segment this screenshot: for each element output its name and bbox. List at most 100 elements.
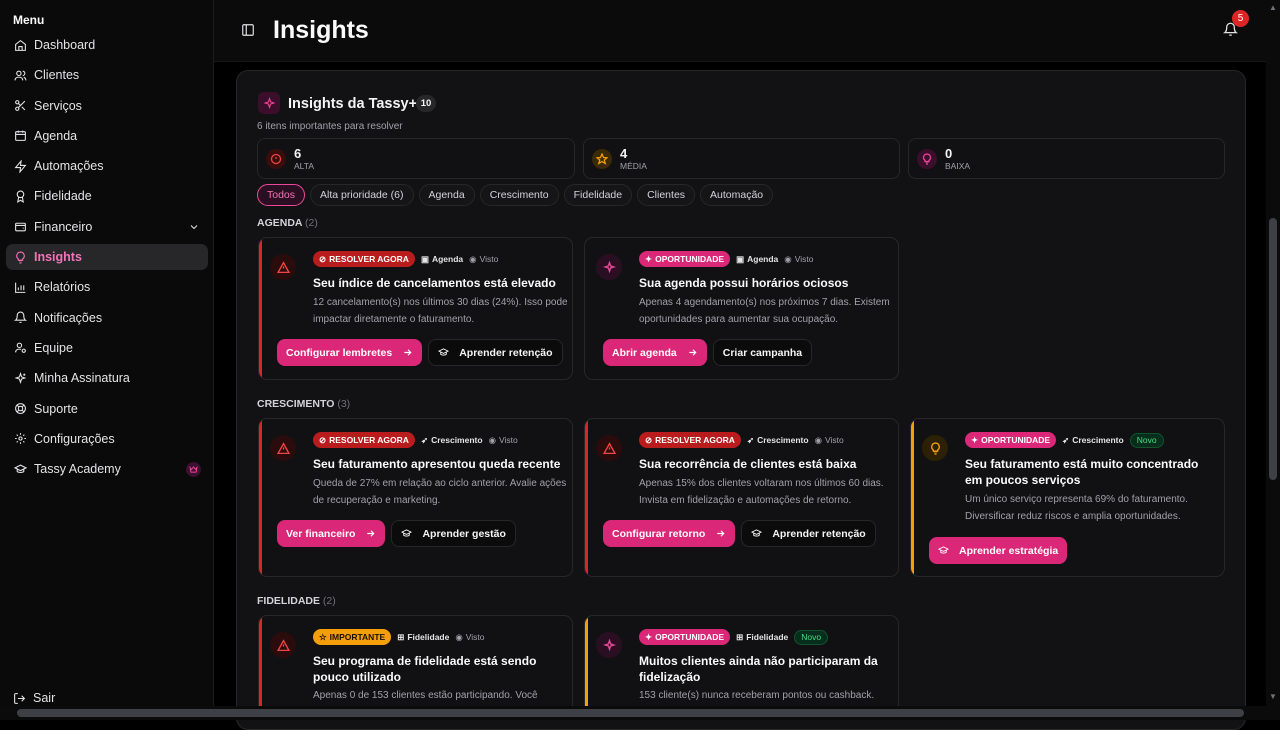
priority-bar bbox=[585, 616, 588, 714]
horizontal-scrollbar[interactable] bbox=[0, 706, 1266, 720]
category-tag: ➶ Crescimento bbox=[1062, 435, 1124, 446]
sidebar-item-insights[interactable]: Insights bbox=[6, 244, 208, 271]
card-title: Seu índice de cancelamentos está elevado bbox=[313, 276, 556, 290]
alert-triangle-icon bbox=[270, 254, 296, 280]
badge-label: RESOLVER AGORA bbox=[329, 254, 409, 264]
arrow-right-icon bbox=[367, 530, 375, 537]
sidebar-item-label: Fidelidade bbox=[34, 189, 92, 204]
button-label: Abrir agenda bbox=[612, 346, 677, 359]
stat-media[interactable]: 4 MÉDIA bbox=[583, 138, 900, 179]
sparkles-icon bbox=[258, 92, 280, 114]
sparkles-icon: ✦ bbox=[645, 253, 653, 264]
sidebar-item-financeiro[interactable]: Financeiro bbox=[6, 214, 208, 240]
insight-card: ✦ OPORTUNIDADE ▣ Agenda ◉ Visto Sua agenda … bbox=[584, 237, 899, 380]
filter-alta-prioridade[interactable]: Alta prioridade (6) bbox=[310, 184, 414, 206]
priority-bar bbox=[585, 419, 588, 576]
page-title: Insights bbox=[273, 16, 369, 44]
graduation-cap-icon bbox=[938, 546, 949, 554]
horizontal-scroll-thumb[interactable] bbox=[17, 709, 1244, 717]
stat-alta[interactable]: 6 ALTA bbox=[257, 138, 575, 179]
tag-label: Agenda bbox=[431, 254, 464, 264]
vertical-scrollbar[interactable]: ▲ ▼ bbox=[1266, 0, 1280, 720]
sidebar-item-fidelidade[interactable]: Fidelidade bbox=[6, 183, 208, 209]
card-title: Seu faturamento está muito concentrado e… bbox=[965, 457, 1199, 487]
ver-financeiro-button[interactable]: Ver financeiro bbox=[277, 520, 386, 547]
gear-icon bbox=[13, 432, 27, 446]
filter-fidelidade[interactable]: Fidelidade bbox=[563, 184, 633, 206]
crown-icon bbox=[186, 461, 201, 477]
sidebar-item-configuracoes[interactable]: Configurações bbox=[6, 426, 208, 452]
arrow-right-icon bbox=[404, 349, 412, 356]
scroll-up-arrow-icon[interactable]: ▲ bbox=[1269, 3, 1277, 12]
card-title: Muitos clientes ainda não participaram d… bbox=[639, 654, 878, 684]
aprender-retencao-button[interactable]: Aprender retenção bbox=[741, 520, 876, 547]
priority-badge: ✦ OPORTUNIDADE bbox=[965, 432, 1057, 448]
tag-label: Crescimento bbox=[1072, 435, 1124, 445]
seen-status: ◉ Visto bbox=[784, 254, 813, 265]
sidebar-item-clientes[interactable]: Clientes bbox=[6, 62, 208, 88]
criar-campanha-button[interactable]: Criar campanha bbox=[712, 339, 813, 366]
stat-baixa[interactable]: 0 BAIXA bbox=[908, 138, 1225, 179]
sidebar-toggle-icon[interactable] bbox=[241, 23, 255, 37]
arrow-right-icon bbox=[717, 530, 725, 537]
graduation-cap-icon bbox=[13, 462, 27, 476]
filter-automacao[interactable]: Automação bbox=[700, 184, 774, 206]
badge-label: OPORTUNIDADE bbox=[981, 435, 1051, 445]
sidebar-item-automacoes[interactable]: Automações bbox=[6, 153, 208, 179]
abrir-agenda-button[interactable]: Abrir agenda bbox=[603, 339, 707, 366]
filter-todos[interactable]: Todos bbox=[257, 184, 306, 206]
card-title: Sua recorrência de clientes está baixa bbox=[639, 457, 857, 471]
logout-button[interactable]: Sair bbox=[13, 691, 55, 705]
card-description: Queda de 27% em relação ao ciclo anterio… bbox=[313, 478, 567, 506]
button-label: Criar campanha bbox=[722, 346, 803, 359]
button-label: Aprender estratégia bbox=[959, 544, 1059, 557]
aprender-estrategia-button[interactable]: Aprender estratégia bbox=[929, 537, 1068, 564]
sidebar-item-label: Clientes bbox=[34, 68, 80, 83]
sidebar-item-label: Equipe bbox=[34, 340, 73, 355]
graduation-cap-icon bbox=[438, 348, 450, 356]
award-icon bbox=[13, 189, 27, 203]
sidebar-item-servicos[interactable]: Serviços bbox=[6, 93, 208, 119]
eye-icon: ◉ bbox=[784, 253, 792, 264]
panel-title: Insights da Tassy+ bbox=[288, 96, 418, 112]
calendar-icon: ▣ bbox=[420, 253, 429, 264]
eye-icon: ◉ bbox=[455, 631, 463, 642]
sidebar-item-dashboard[interactable]: Dashboard bbox=[6, 32, 208, 58]
vertical-scroll-thumb[interactable] bbox=[1269, 218, 1277, 480]
sidebar-item-equipe[interactable]: Equipe bbox=[6, 335, 208, 361]
aprender-gestao-button[interactable]: Aprender gestão bbox=[391, 520, 516, 547]
card-description: Um único serviço representa 69% do fatur… bbox=[965, 494, 1188, 522]
sidebar-item-tassy-academy[interactable]: Tassy Academy bbox=[6, 456, 208, 482]
insight-card: ⊘ RESOLVER AGORA ▣ Agenda ◉ Visto Seu índic… bbox=[258, 237, 573, 380]
tag-label: Fidelidade bbox=[407, 632, 450, 642]
insight-card: ☆ IMPORTANTE ⊞ Fidelidade ◉ Visto Seu progr… bbox=[258, 615, 573, 715]
button-label: Configurar lembretes bbox=[286, 346, 393, 359]
stat-value: 4 bbox=[620, 146, 628, 161]
seen-label: Visto bbox=[498, 435, 518, 445]
alert-circle-icon: ⊘ bbox=[645, 434, 653, 445]
sidebar-item-minha-assinatura[interactable]: Minha Assinatura bbox=[6, 365, 208, 391]
sidebar-item-label: Automações bbox=[34, 159, 104, 174]
filter-clientes[interactable]: Clientes bbox=[637, 184, 696, 206]
sidebar-item-relatorios[interactable]: Relatórios bbox=[6, 274, 208, 300]
calendar-icon bbox=[13, 129, 27, 143]
alert-triangle-icon bbox=[270, 632, 296, 658]
priority-bar bbox=[911, 419, 914, 576]
sidebar-item-notificacoes[interactable]: Notificações bbox=[6, 305, 208, 331]
logout-icon bbox=[14, 692, 26, 704]
sidebar-item-agenda[interactable]: Agenda bbox=[6, 123, 208, 149]
section-count: (2) bbox=[322, 595, 336, 607]
configurar-retorno-button[interactable]: Configurar retorno bbox=[603, 520, 736, 547]
seen-label: Visto bbox=[794, 254, 814, 264]
seen-status: ◉ Visto bbox=[455, 632, 484, 643]
card-description: Apenas 15% dos clientes voltaram nos últ… bbox=[639, 478, 884, 506]
panel-subtitle: 6 itens importantes para resolver bbox=[257, 121, 403, 132]
scroll-down-arrow-icon[interactable]: ▼ bbox=[1269, 692, 1277, 701]
configurar-lembretes-button[interactable]: Configurar lembretes bbox=[277, 339, 423, 366]
filter-agenda[interactable]: Agenda bbox=[418, 184, 475, 206]
sidebar-item-suporte[interactable]: Suporte bbox=[6, 396, 208, 422]
aprender-retencao-button[interactable]: Aprender retenção bbox=[428, 339, 563, 366]
chevron-down-icon[interactable] bbox=[188, 221, 200, 233]
filter-crescimento[interactable]: Crescimento bbox=[479, 184, 559, 206]
user-cog-icon bbox=[13, 341, 27, 355]
